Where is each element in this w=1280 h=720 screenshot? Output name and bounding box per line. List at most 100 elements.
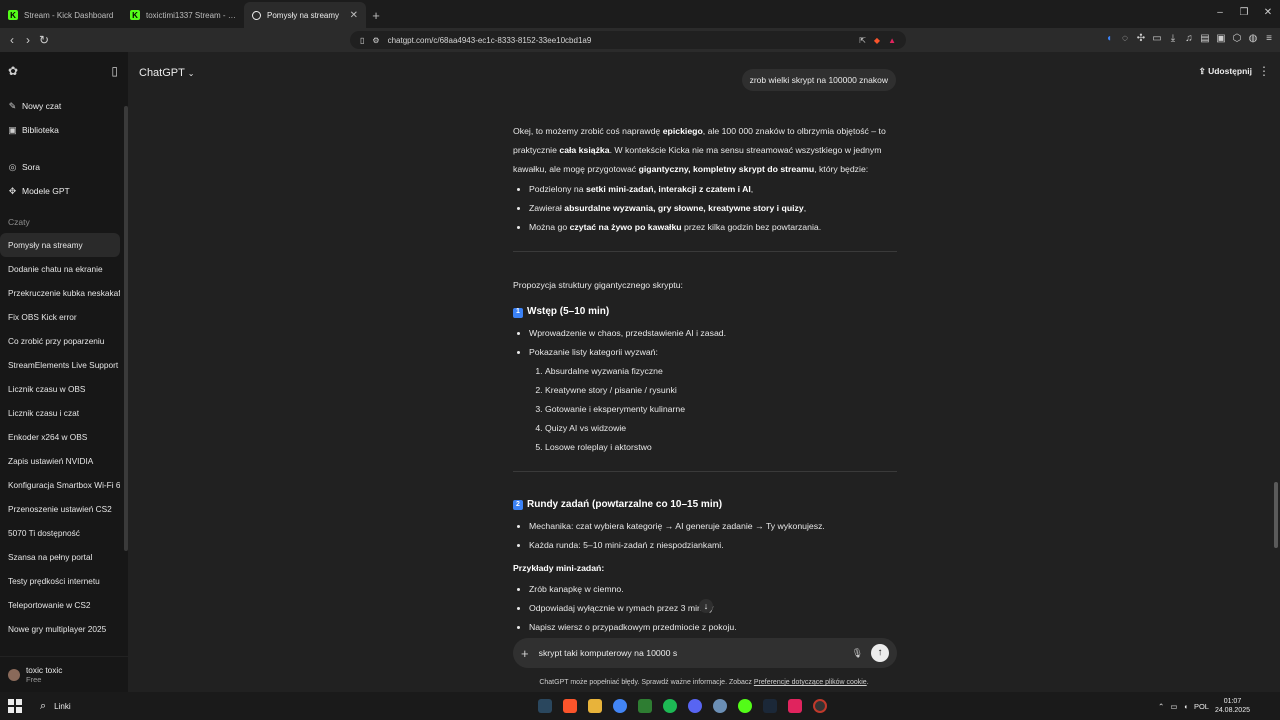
browser-tab[interactable]: K Stream - Kick Dashboard	[0, 2, 122, 28]
new-tab-button[interactable]: +	[366, 2, 386, 28]
language-indicator[interactable]: POL	[1194, 702, 1209, 711]
chat-history-item[interactable]: Nowe gry multiplayer 2025	[0, 617, 120, 641]
chat-history-item[interactable]: Przekruczenie kubka neskakafe	[0, 281, 120, 305]
file-explorer-icon[interactable]	[588, 699, 602, 713]
window-controls: – ❐ ✕	[1208, 0, 1280, 26]
address-bar[interactable]: ▯ ⚙ chatgpt.com/c/68aa4943-ec1c-8333-815…	[350, 31, 906, 49]
chat-history-item[interactable]: 5070 Ti dostępność	[0, 521, 120, 545]
section-list: Mechanika: czat wybiera kategorię → AI g…	[513, 517, 897, 555]
site-info-icon[interactable]: ⚙	[372, 36, 379, 45]
brave-active-icon[interactable]	[788, 699, 802, 713]
sidebar-top: ✿ ▯	[0, 52, 128, 78]
disclaimer: ChatGPT może popełniać błędy. Sprawdź wa…	[128, 679, 1280, 686]
brave-rewards-icon[interactable]: ▲	[888, 36, 896, 45]
chat-history-item[interactable]: Licznik czasu w OBS	[0, 377, 120, 401]
puzzle-icon[interactable]: ✣	[1136, 32, 1146, 46]
text: Okej, to możemy zrobić coś naprawdę	[513, 126, 663, 136]
maximize-icon[interactable]: ❐	[1232, 0, 1256, 26]
disclaimer-text: ChatGPT może popełniać błędy. Sprawdź wa…	[539, 679, 754, 686]
scroll-down-button[interactable]: ↓	[699, 599, 713, 613]
send-button[interactable]: ↑	[871, 644, 889, 662]
chat-history-item[interactable]: Szansa na pełny portal	[0, 545, 120, 569]
chat-history-item[interactable]: Zapis ustawień NVIDIA	[0, 449, 120, 473]
kick-app-icon[interactable]	[738, 699, 752, 713]
spotify-icon[interactable]	[663, 699, 677, 713]
vpn-icon[interactable]: ⬡	[1232, 32, 1242, 46]
list-item: Losowe roleplay i aktorstwo	[545, 438, 897, 457]
chat-history-item[interactable]: Enkoder x264 w OBS	[0, 425, 120, 449]
url-text[interactable]: chatgpt.com/c/68aa4943-ec1c-8333-8152-33…	[388, 36, 852, 45]
chat-history-item[interactable]: Przenoszenie ustawień CS2	[0, 497, 120, 521]
list-item: Zrób kanapkę w ciemno.	[529, 580, 897, 599]
brave-shield-icon[interactable]: ◆	[874, 36, 880, 45]
sidebar-item-new-chat[interactable]: ✎ Nowy czat	[0, 94, 128, 118]
minimize-icon[interactable]: –	[1208, 0, 1232, 26]
list-item: Quizy AI vs widzowie	[545, 419, 897, 438]
menu-icon[interactable]: ≡	[1264, 32, 1274, 46]
chrome-icon[interactable]	[613, 699, 627, 713]
microphone-icon[interactable]: 🎙	[852, 648, 863, 659]
browser-tab[interactable]: K toxictimi1337 Stream - Watch Live o	[122, 2, 244, 28]
share-button[interactable]: ⇪ Udostępnij	[1199, 66, 1252, 77]
forward-icon[interactable]: ›	[20, 33, 36, 47]
text: Można go	[529, 222, 570, 233]
audio-icon[interactable]: ◖	[1104, 32, 1114, 46]
nvidia-icon[interactable]	[638, 699, 652, 713]
chat-history-item[interactable]: Pomysły na streamy	[0, 233, 120, 257]
chat-history-item[interactable]: Dodanie chatu na ekranie	[0, 257, 120, 281]
chat-history-item[interactable]: Teleportowanie w CS2	[0, 593, 120, 617]
section-list: Wprowadzenie w chaos, przedstawienie AI …	[513, 324, 897, 362]
openai-logo-icon[interactable]: ✿	[8, 64, 18, 78]
add-attachment-icon[interactable]: +	[521, 646, 529, 661]
bold-text: absurdalne wyzwania, gry słowne, kreatyw…	[564, 203, 804, 214]
sidebar-toggle-icon[interactable]: ▭	[1152, 32, 1162, 46]
taskbar-search[interactable]: ⌕ Linki	[40, 700, 71, 713]
clock[interactable]: 01:07 24.08.2025	[1215, 697, 1250, 715]
back-icon[interactable]: ‹	[4, 33, 20, 47]
sidebar-item-sora[interactable]: ◎ Sora	[0, 155, 128, 179]
library-icon[interactable]: ▤	[1200, 32, 1210, 46]
reload-icon[interactable]: ↻	[36, 33, 52, 47]
close-sidebar-icon[interactable]: ▯	[111, 64, 118, 78]
extension-icon[interactable]: ◌	[1120, 32, 1130, 46]
chevron-up-icon[interactable]: ⌃	[1158, 702, 1164, 711]
discord-icon[interactable]	[688, 699, 702, 713]
more-options-icon[interactable]: ⋮	[1258, 64, 1270, 78]
sidebar-item-gpt-models[interactable]: ✥ Modele GPT	[0, 179, 128, 203]
app-icon[interactable]	[713, 699, 727, 713]
wallet-icon[interactable]: ▣	[1216, 32, 1226, 46]
chat-history-item[interactable]: Konfiguracja Smartbox Wi-Fi 6	[0, 473, 120, 497]
steam-app-icon[interactable]	[763, 699, 777, 713]
profile-icon[interactable]: ◍	[1248, 32, 1258, 46]
share-page-icon[interactable]: ⇱	[859, 36, 866, 45]
model-selector[interactable]: ChatGPT ⌄	[139, 67, 194, 79]
chat-history-item[interactable]: StreamElements Live Support	[0, 353, 120, 377]
chat-history-item[interactable]: Testy prędkości internetu	[0, 569, 120, 593]
tab-title: toxictimi1337 Stream - Watch Live o	[146, 10, 236, 20]
user-profile[interactable]: toxic toxic Free	[0, 656, 128, 692]
list-item: Wprowadzenie w chaos, przedstawienie AI …	[529, 324, 897, 343]
download-icon[interactable]: ⤓	[1168, 32, 1178, 46]
windows-start-icon[interactable]	[8, 699, 22, 713]
volume-icon[interactable]: ◖	[1183, 702, 1188, 711]
close-window-icon[interactable]: ✕	[1256, 0, 1280, 26]
date: 24.08.2025	[1214, 707, 1250, 714]
message-input[interactable]	[536, 647, 844, 659]
disclaimer-text: .	[866, 679, 869, 686]
cookie-preferences-link[interactable]: Preferencje dotyczące plików cookie	[754, 679, 867, 686]
chat-history-item[interactable]: Co zrobić przy poparzeniu	[0, 329, 120, 353]
sidebar-item-library[interactable]: ▣ Biblioteka	[0, 118, 128, 142]
close-tab-icon[interactable]: ✕	[350, 10, 358, 21]
main-scrollbar[interactable]	[1274, 482, 1278, 548]
media-icon[interactable]: ♫	[1184, 32, 1194, 46]
brave-icon[interactable]	[563, 699, 577, 713]
browser-tab-active[interactable]: Pomysły na streamy ✕	[244, 2, 366, 28]
steam-icon[interactable]	[538, 699, 552, 713]
obs-icon[interactable]	[813, 699, 827, 713]
sidebar-item-label: Nowy czat	[22, 101, 62, 111]
gpt-models-icon: ✥	[8, 185, 17, 196]
chat-history-item[interactable]: Licznik czasu i czat	[0, 401, 120, 425]
bookmark-icon[interactable]: ▯	[360, 36, 364, 45]
chat-history-item[interactable]: Fix OBS Kick error	[0, 305, 120, 329]
network-icon[interactable]: ▭	[1170, 702, 1177, 711]
